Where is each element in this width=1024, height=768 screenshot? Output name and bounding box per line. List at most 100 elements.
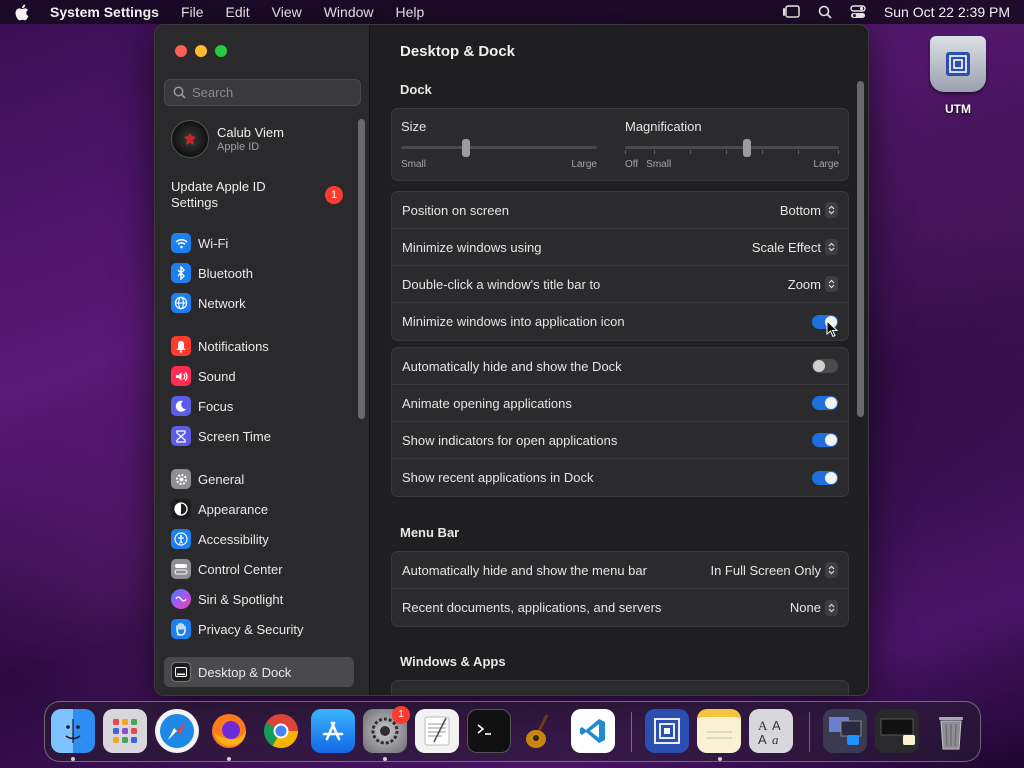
dock-chrome[interactable] bbox=[259, 709, 303, 753]
dock-textedit[interactable] bbox=[415, 709, 459, 753]
sidebar-item-label: Accessibility bbox=[198, 531, 269, 547]
row-label: Automatically hide and show the menu bar bbox=[402, 562, 647, 578]
globe-icon bbox=[171, 293, 191, 313]
popup-value: In Full Screen Only bbox=[710, 562, 821, 578]
control-center-icon[interactable] bbox=[850, 5, 866, 19]
accessibility-icon bbox=[171, 529, 191, 549]
sidebar-item-general[interactable]: General bbox=[164, 464, 354, 494]
row-animate-opening: Animate opening applications bbox=[392, 385, 848, 422]
double-click-popup[interactable]: Zoom bbox=[788, 276, 838, 292]
chevron-up-down-icon bbox=[825, 202, 838, 218]
update-apple-id-item[interactable]: Update Apple ID Settings 1 bbox=[171, 179, 351, 211]
sidebar-item-desktop-dock[interactable]: Desktop & Dock bbox=[164, 657, 354, 687]
menu-help[interactable]: Help bbox=[396, 4, 425, 20]
sidebar-item-accessibility[interactable]: Accessibility bbox=[164, 524, 354, 554]
minimize-button[interactable] bbox=[195, 45, 207, 57]
position-popup[interactable]: Bottom bbox=[780, 202, 838, 218]
zoom-button[interactable] bbox=[215, 45, 227, 57]
spotlight-search-icon[interactable] bbox=[818, 5, 832, 19]
apple-id-account[interactable]: Calub Viem Apple ID bbox=[171, 120, 284, 158]
magnification-ticks bbox=[625, 150, 839, 155]
dock-firefox[interactable] bbox=[207, 709, 251, 753]
sidebar-item-privacy-security[interactable]: Privacy & Security bbox=[164, 614, 354, 644]
autohide-dock-toggle[interactable] bbox=[812, 359, 838, 373]
dock-font-book[interactable]: AAAa bbox=[749, 709, 793, 753]
row-label: Show recent applications in Dock bbox=[402, 470, 594, 485]
dock-terminal[interactable] bbox=[467, 709, 511, 753]
magnification-track[interactable] bbox=[625, 146, 839, 149]
row-label: Animate opening applications bbox=[402, 395, 572, 411]
row-minimize-using: Minimize windows using Scale Effect bbox=[392, 229, 848, 266]
system-settings-window: Search Calub Viem Apple ID Update Apple … bbox=[154, 24, 869, 696]
search-icon bbox=[173, 86, 186, 99]
sidebar-item-network[interactable]: Network bbox=[164, 288, 354, 318]
apple-menu-icon[interactable] bbox=[14, 4, 30, 20]
stage-manager-icon[interactable] bbox=[782, 5, 800, 19]
minimize-effect-popup[interactable]: Scale Effect bbox=[752, 239, 838, 255]
sidebar-item-control-center[interactable]: Control Center bbox=[164, 554, 354, 584]
dock-notes[interactable] bbox=[697, 709, 741, 753]
menu-window[interactable]: Window bbox=[324, 4, 374, 20]
row-show-indicators: Show indicators for open applications bbox=[392, 422, 848, 459]
nav-group-general: General Appearance Accessibility Control… bbox=[164, 464, 354, 644]
menu-edit[interactable]: Edit bbox=[226, 4, 250, 20]
animate-opening-toggle[interactable] bbox=[812, 396, 838, 410]
sidebar-item-siri-spotlight[interactable]: Siri & Spotlight bbox=[164, 584, 354, 614]
menu-file[interactable]: File bbox=[181, 4, 204, 20]
dock-separator bbox=[809, 712, 810, 752]
sidebar-item-notifications[interactable]: Notifications bbox=[164, 331, 354, 361]
dock-safari[interactable] bbox=[155, 709, 199, 753]
appearance-icon bbox=[171, 499, 191, 519]
row-label: Automatically hide and show the Dock bbox=[402, 358, 622, 374]
sidebar-item-label: General bbox=[198, 471, 245, 487]
magnification-label: Magnification bbox=[625, 119, 702, 134]
dock-toggles-group: Automatically hide and show the Dock Ani… bbox=[391, 347, 849, 497]
sidebar-item-wifi[interactable]: Wi-Fi bbox=[164, 228, 354, 258]
desktop-utm-icon[interactable]: UTM bbox=[926, 36, 990, 116]
close-button[interactable] bbox=[175, 45, 187, 57]
row-label: Double-click a window's title bar to bbox=[402, 276, 601, 292]
sidebar-scrollbar[interactable] bbox=[358, 119, 365, 419]
main-pane: Desktop & Dock Dock Size Small Large Mag… bbox=[371, 25, 868, 695]
size-track[interactable] bbox=[401, 146, 597, 149]
dock-app-store[interactable] bbox=[311, 709, 355, 753]
sidebar-item-label: Privacy & Security bbox=[198, 621, 304, 637]
dock-vscode[interactable] bbox=[571, 709, 615, 753]
desktop-utm-label: UTM bbox=[945, 102, 971, 116]
menu-view[interactable]: View bbox=[272, 4, 302, 20]
show-indicators-toggle[interactable] bbox=[812, 433, 838, 447]
sidebar-item-focus[interactable]: Focus bbox=[164, 391, 354, 421]
chrome-icon bbox=[264, 714, 298, 748]
dock-utm[interactable] bbox=[645, 709, 689, 753]
sidebar-item-bluetooth[interactable]: Bluetooth bbox=[164, 258, 354, 288]
dock-finder[interactable] bbox=[51, 709, 95, 753]
moon-icon bbox=[171, 396, 191, 416]
search-field[interactable]: Search bbox=[164, 79, 361, 106]
main-scrollbar[interactable] bbox=[857, 81, 864, 417]
autohide-menubar-popup[interactable]: In Full Screen Only bbox=[710, 562, 838, 578]
dock-trash[interactable] bbox=[929, 709, 973, 753]
sidebar-item-appearance[interactable]: Appearance bbox=[164, 494, 354, 524]
dock-garageband[interactable] bbox=[519, 709, 563, 753]
section-heading-dock: Dock bbox=[400, 82, 432, 97]
dock-downloads-stack[interactable] bbox=[823, 709, 867, 753]
svg-text:A: A bbox=[758, 732, 767, 746]
magnification-slider-thumb[interactable] bbox=[743, 139, 751, 157]
sidebar-item-sound[interactable]: Sound bbox=[164, 361, 354, 391]
search-placeholder: Search bbox=[192, 85, 234, 100]
sidebar-item-screen-time[interactable]: Screen Time bbox=[164, 421, 354, 451]
chevron-up-down-icon bbox=[825, 239, 838, 255]
size-slider-thumb[interactable] bbox=[462, 139, 470, 157]
sidebar-item-label: Siri & Spotlight bbox=[198, 591, 284, 607]
nav-group-desktop: Desktop & Dock bbox=[164, 657, 354, 687]
dock-recent-stack[interactable] bbox=[875, 709, 919, 753]
menubar-clock[interactable]: Sun Oct 22 2:39 PM bbox=[884, 4, 1010, 20]
dock-launchpad[interactable] bbox=[103, 709, 147, 753]
show-recent-apps-toggle[interactable] bbox=[812, 470, 838, 485]
popup-value: None bbox=[789, 600, 821, 615]
nav-group-notifications: Notifications Sound Focus Screen Time bbox=[164, 331, 354, 451]
recent-documents-popup[interactable]: None bbox=[789, 599, 838, 616]
menu-app-name[interactable]: System Settings bbox=[50, 4, 159, 20]
avatar bbox=[171, 120, 209, 158]
size-label: Size bbox=[401, 119, 427, 134]
